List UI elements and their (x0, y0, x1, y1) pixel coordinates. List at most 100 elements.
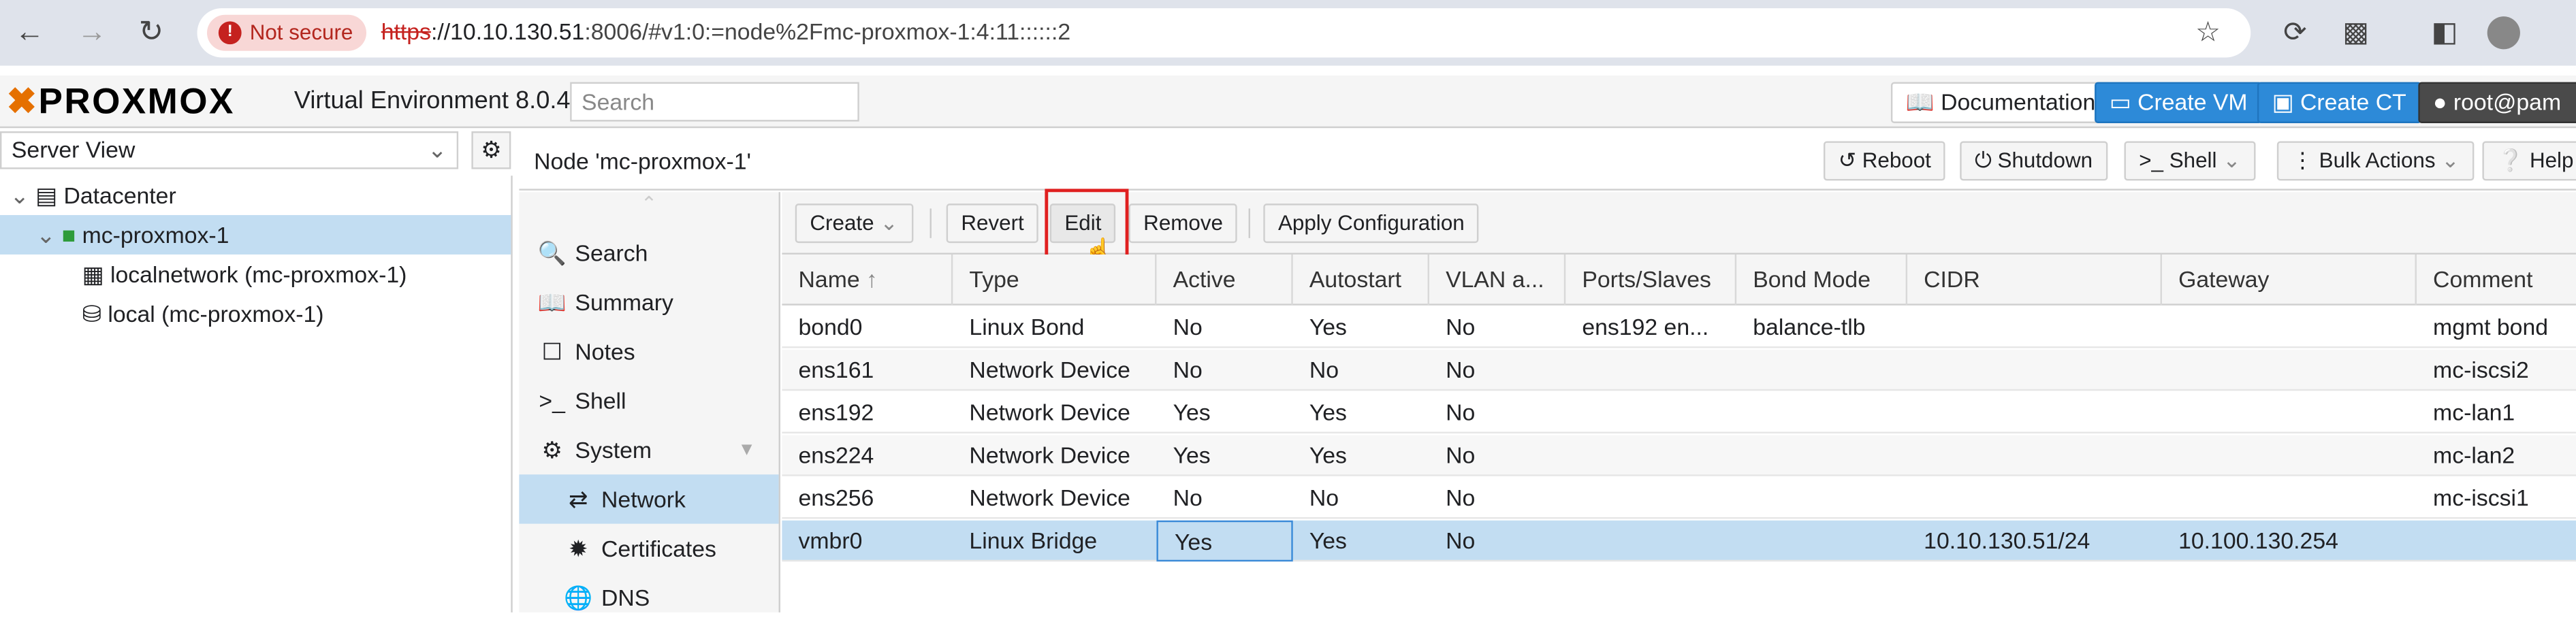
node-toolbar (519, 131, 2576, 191)
cell-active: No (1173, 356, 1203, 383)
cell-comment: mc-iscsi2 (2433, 356, 2529, 383)
menu-item-summary[interactable]: 📖 Summary (519, 278, 778, 327)
tree-item-localnetwork[interactable]: ▦ localnetwork (mc-proxmox-1) (0, 255, 511, 294)
ellipsis-icon: ⋮ (2291, 148, 2313, 173)
cell-gateway (2162, 478, 2417, 519)
collapse-icon[interactable]: ⌄ (36, 222, 55, 248)
bulk-actions-button[interactable]: ⋮ Bulk Actions ⌄ (2276, 141, 2475, 181)
book-icon: 📖 (1905, 88, 1935, 115)
column-header-autostart[interactable]: Autostart (1293, 254, 1429, 306)
table-row[interactable]: bond0 Linux Bond No Yes No ens192 en... balanc… (782, 307, 2576, 348)
user-icon: ● (2433, 88, 2447, 115)
menu-item-shell[interactable]: >_ Shell (519, 376, 778, 425)
menu-item-certificates[interactable]: ✹ Certificates (519, 524, 778, 573)
url-text[interactable]: https://10.10.130.51:8006/#v1:0:=node%2F… (381, 18, 1070, 45)
reload-icon[interactable]: ↻ (131, 13, 171, 52)
column-header-active[interactable]: Active (1156, 254, 1293, 306)
toolbar-separator (929, 208, 932, 238)
sidepanel-icon[interactable]: ◧ (2426, 15, 2462, 51)
menu-item-system[interactable]: ⚙ System ▼ (519, 425, 778, 474)
menu-item-dns[interactable]: 🌐 DNS (519, 573, 778, 622)
cell-comment (2417, 521, 2576, 561)
scroll-up-icon[interactable]: ⌃ (519, 192, 778, 228)
shell-button[interactable]: >_ Shell ⌄ (2124, 141, 2256, 181)
cell-autostart: Yes (1309, 399, 1347, 425)
cell-bond-mode (1736, 435, 1907, 476)
globe-icon: 🌐 (564, 584, 593, 611)
cell-gateway (2162, 393, 2417, 433)
cell-name: ens256 (798, 484, 874, 511)
back-icon[interactable]: ← (10, 13, 49, 52)
table-row[interactable]: ens224 Network Device Yes Yes No mc-lan2 (782, 435, 2576, 476)
tree-item-local-storage[interactable]: ⛁ local (mc-proxmox-1) (0, 294, 511, 333)
menu-item-network[interactable]: ⇄ Network (519, 474, 779, 524)
table-row[interactable]: vmbr0 Linux Bridge Yes Yes No 10.10.130.51/24… (782, 520, 2576, 562)
gear-icon[interactable]: ⚙ (471, 131, 511, 169)
reboot-button[interactable]: ↺ Reboot (1823, 141, 1946, 181)
cell-autostart: No (1309, 484, 1339, 511)
cell-ports (1565, 521, 1736, 561)
table-row[interactable]: ens256 Network Device No No No mc-iscsi1 (782, 478, 2576, 519)
question-icon: ❔ (2497, 148, 2524, 173)
collapse-icon[interactable]: ⌄ (10, 182, 29, 209)
not-secure-badge[interactable]: ! Not secure (206, 14, 366, 51)
cell-vlan: No (1446, 313, 1476, 340)
create-ct-button[interactable]: ▣ Create CT (2257, 82, 2421, 123)
cell-autostart: Yes (1309, 527, 1347, 554)
table-row[interactable]: ens192 Network Device Yes Yes No mc-lan1 (782, 393, 2576, 433)
column-header-bond-mode[interactable]: Bond Mode (1736, 254, 1908, 306)
forward-icon[interactable]: → (72, 13, 112, 52)
chevron-down-icon: ⌄ (2441, 148, 2460, 173)
revert-button[interactable]: Revert (946, 203, 1039, 244)
cell-bond-mode (1736, 350, 1907, 391)
column-header-type[interactable]: Type (953, 254, 1157, 306)
column-header-comment[interactable]: Comment (2417, 255, 2576, 306)
chevron-down-icon: ⌄ (427, 136, 447, 163)
documentation-button[interactable]: 📖 Documentation (1890, 82, 2110, 123)
column-header-cidr[interactable]: CIDR (1907, 254, 2162, 306)
book-icon: 📖 (537, 289, 567, 316)
cell-bond-mode (1736, 393, 1907, 433)
cell-cidr (1907, 393, 2162, 433)
search-input[interactable]: Search (570, 82, 859, 122)
sync-icon[interactable]: ⟳ (2277, 15, 2313, 51)
profile-avatar[interactable] (2487, 16, 2520, 50)
reload-icon: ↺ (1838, 148, 1857, 173)
user-menu-button[interactable]: ● root@pam (2418, 82, 2576, 123)
apply-configuration-button[interactable]: Apply Configuration (1263, 203, 1480, 244)
exchange-icon: ⇄ (569, 486, 588, 512)
cell-active: No (1173, 313, 1203, 340)
cell-comment: mc-lan2 (2433, 441, 2515, 468)
cell-cidr: 10.10.130.51/24 (1924, 527, 2090, 554)
cell-ports (1565, 393, 1736, 433)
table-row[interactable]: ens161 Network Device No No No mc-iscsi2 (782, 349, 2576, 391)
cell-ports (1565, 435, 1736, 476)
network-grid-icon: ▦ (82, 261, 104, 288)
url-scheme: https (381, 18, 431, 45)
column-header-ports[interactable]: Ports/Slaves (1565, 254, 1737, 306)
cube-icon: ▣ (2272, 88, 2294, 115)
menu-item-search[interactable]: 🔍 Search (519, 228, 778, 277)
create-button[interactable]: Create ⌄ (795, 203, 913, 244)
collapse-arrow-icon[interactable]: ▼ (738, 425, 756, 474)
cell-gateway (2162, 435, 2417, 476)
column-header-vlan[interactable]: VLAN a... (1429, 254, 1566, 306)
shutdown-button[interactable]: ⏻ Shutdown (1960, 141, 2108, 181)
help-button[interactable]: ❔ Help (2482, 141, 2576, 181)
bookmark-star-icon[interactable]: ☆ (2190, 15, 2226, 51)
column-header-gateway[interactable]: Gateway (2162, 254, 2417, 306)
menu-item-notes[interactable]: ☐ Notes (519, 327, 778, 376)
extensions-icon[interactable]: ▩ (2338, 15, 2374, 51)
tree-item-node[interactable]: ⌄ ■ mc-proxmox-1 (0, 215, 511, 255)
cell-type: Network Device (969, 441, 1130, 468)
server-view-select[interactable]: Server View ⌄ (0, 131, 459, 169)
tree-item-datacenter[interactable]: ⌄ ▤ Datacenter (0, 176, 511, 215)
monitor-icon: ▭ (2109, 88, 2131, 115)
cell-type: Network Device (969, 399, 1130, 425)
remove-button[interactable]: Remove (1128, 203, 1238, 244)
create-vm-button[interactable]: ▭ Create VM (2095, 82, 2263, 123)
certificate-icon: ✹ (569, 535, 588, 562)
cell-comment: mc-lan1 (2433, 399, 2515, 425)
resource-tree: ⌄ ▤ Datacenter ⌄ ■ mc-proxmox-1 ▦ localn… (0, 176, 513, 612)
column-header-name[interactable]: Name ↑ (782, 254, 953, 306)
